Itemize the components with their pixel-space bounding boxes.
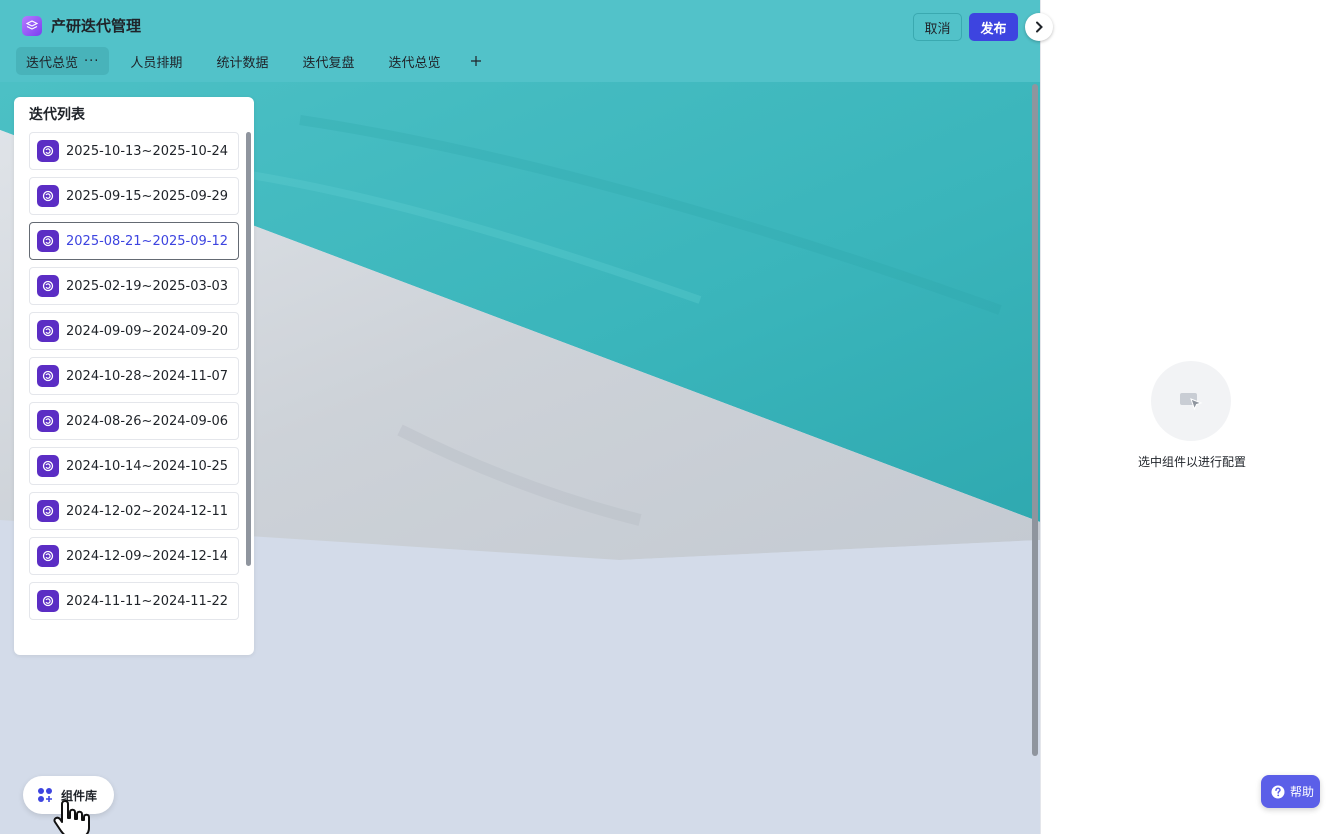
add-tab-icon[interactable] (465, 50, 487, 72)
tab-iteration-overview-2[interactable]: 迭代总览 (375, 47, 453, 75)
iteration-list-item[interactable]: 2024-11-11~2024-11-22 (29, 582, 239, 620)
cancel-button[interactable]: 取消 (913, 13, 962, 41)
iteration-icon (37, 365, 59, 387)
iteration-date-range: 2025-09-15~2025-09-29 (66, 188, 228, 204)
iteration-date-range: 2025-08-21~2025-09-12 (66, 233, 228, 249)
select-component-icon (1180, 393, 1203, 411)
iteration-list-item[interactable]: 2025-08-21~2025-09-12 (29, 222, 239, 260)
iteration-date-range: 2024-12-09~2024-12-14 (66, 548, 228, 564)
iteration-icon (37, 590, 59, 612)
iteration-icon (37, 275, 59, 297)
tab-statistics[interactable]: 统计数据 (203, 47, 281, 75)
question-icon (1271, 785, 1285, 798)
more-icon[interactable]: ··· (84, 54, 99, 69)
help-button[interactable]: 帮助 (1261, 775, 1320, 808)
iteration-list-item[interactable]: 2025-10-13~2025-10-24 (29, 132, 239, 170)
iteration-date-range: 2024-08-26~2024-09-06 (66, 413, 228, 429)
app-logo-icon (22, 16, 42, 36)
empty-state-text: 选中组件以进行配置 (1137, 455, 1246, 469)
iteration-date-range: 2024-10-14~2024-10-25 (66, 458, 228, 474)
iteration-icon (37, 545, 59, 567)
iteration-list-item[interactable]: 2024-08-26~2024-09-06 (29, 402, 239, 440)
iteration-icon (37, 500, 59, 522)
iteration-icon (37, 320, 59, 342)
iteration-icon (37, 410, 59, 432)
iteration-date-range: 2024-12-02~2024-12-11 (66, 503, 228, 519)
tab-label: 人员排期 (130, 55, 183, 71)
iteration-list-item[interactable]: 2024-09-09~2024-09-20 (29, 312, 239, 350)
iteration-list-item[interactable]: 2025-02-19~2025-03-03 (29, 267, 239, 305)
app-title: 产研迭代管理 (51, 17, 142, 35)
iteration-date-range: 2025-10-13~2025-10-24 (66, 143, 228, 159)
iteration-date-range: 2025-02-19~2025-03-03 (66, 278, 228, 294)
tab-label: 迭代总览 (388, 55, 441, 71)
iteration-list-item[interactable]: 2025-09-15~2025-09-29 (29, 177, 239, 215)
canvas-scrollbar[interactable] (1032, 84, 1038, 756)
collapse-panel-button[interactable] (1025, 13, 1053, 41)
tab-label: 迭代总览 (26, 55, 79, 71)
chevron-right-icon (1036, 21, 1043, 33)
top-bar: 产研迭代管理 取消 发布 迭代总览 ··· 人员排期 统计数据 迭代复盘 迭代总… (0, 0, 1040, 82)
iteration-list: 2025-10-13~2025-10-24 2025-09-15~2025-09-… (29, 132, 239, 637)
iteration-list-item[interactable]: 2024-10-14~2024-10-25 (29, 447, 239, 485)
iteration-date-range: 2024-10-28~2024-11-07 (66, 368, 228, 384)
hand-cursor-icon (53, 800, 90, 834)
iteration-icon (37, 230, 59, 252)
iteration-list-item[interactable]: 2024-12-09~2024-12-14 (29, 537, 239, 575)
iteration-icon (37, 455, 59, 477)
iteration-list-title: 迭代列表 (29, 107, 85, 123)
iteration-list-scrollbar[interactable] (246, 132, 251, 566)
page-canvas: 产研迭代管理 取消 发布 迭代总览 ··· 人员排期 统计数据 迭代复盘 迭代总… (0, 0, 1040, 834)
tab-iteration-review[interactable]: 迭代复盘 (289, 47, 367, 75)
tab-staff-schedule[interactable]: 人员排期 (117, 47, 195, 75)
config-panel: 选中组件以进行配置 帮助 (1040, 0, 1342, 834)
iteration-list-item[interactable]: 2024-10-28~2024-11-07 (29, 357, 239, 395)
publish-button[interactable]: 发布 (969, 13, 1018, 41)
tab-label: 迭代复盘 (302, 55, 355, 71)
iteration-list-item[interactable]: 2024-12-02~2024-12-11 (29, 492, 239, 530)
components-icon (38, 788, 52, 802)
tab-iteration-overview[interactable]: 迭代总览 ··· (16, 47, 110, 75)
tab-label: 统计数据 (216, 55, 269, 71)
iteration-list-card: 迭代列表 2025-10-13~2025-10-24 2025-09-15~202… (14, 97, 254, 655)
iteration-icon (37, 185, 59, 207)
help-label: 帮助 (1290, 785, 1315, 799)
empty-state-illustration (1151, 361, 1231, 441)
iteration-icon (37, 140, 59, 162)
tab-bar: 迭代总览 ··· 人员排期 统计数据 迭代复盘 迭代总览 (16, 47, 487, 75)
iteration-date-range: 2024-09-09~2024-09-20 (66, 323, 228, 339)
iteration-date-range: 2024-11-11~2024-11-22 (66, 593, 228, 609)
